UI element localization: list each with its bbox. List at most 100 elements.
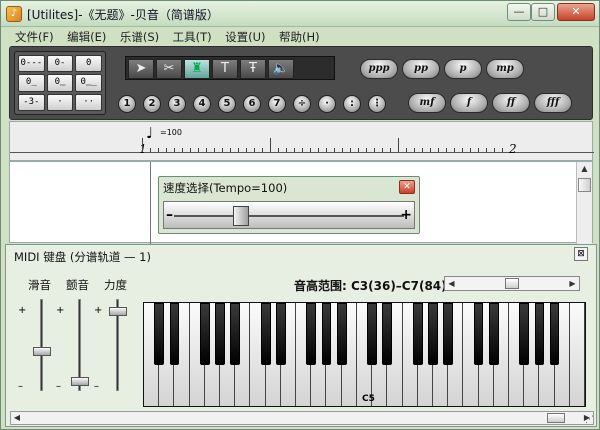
dynamic-mf-button[interactable]: mf bbox=[408, 93, 446, 113]
ruler-tick bbox=[190, 148, 191, 152]
menu-help[interactable]: 帮助(H) bbox=[275, 28, 324, 46]
divide-button[interactable]: ÷ bbox=[293, 95, 311, 113]
pitch-range-label: 音高范围: C3(36)–C7(84) bbox=[294, 279, 447, 293]
dynamic-p-button[interactable]: p bbox=[444, 59, 482, 79]
single-dot-button[interactable]: · bbox=[318, 95, 336, 113]
velocity-slider[interactable]: + – bbox=[94, 295, 132, 395]
duration-eighth-button[interactable]: 0̲ bbox=[18, 74, 45, 92]
black-key[interactable] bbox=[443, 303, 453, 365]
note-4-button[interactable]: 4 bbox=[193, 95, 211, 113]
menu-settings[interactable]: 设置(U) bbox=[221, 28, 269, 46]
dot-button[interactable]: · bbox=[46, 93, 74, 111]
black-key[interactable] bbox=[306, 303, 317, 365]
menu-score[interactable]: 乐谱(S) bbox=[116, 28, 163, 46]
ruler-tick bbox=[334, 148, 335, 152]
black-key[interactable] bbox=[367, 303, 377, 365]
tempo-slider-thumb[interactable] bbox=[233, 206, 250, 226]
tempo-slider[interactable]: – + bbox=[163, 201, 415, 229]
tempo-plus-label: + bbox=[400, 207, 412, 223]
range-right-arrow-icon[interactable]: ▶ bbox=[566, 277, 579, 290]
select-arrow-icon[interactable]: ➤ bbox=[128, 59, 154, 79]
black-key[interactable] bbox=[275, 303, 286, 365]
white-key[interactable] bbox=[569, 303, 585, 406]
range-left-arrow-icon[interactable]: ◀ bbox=[445, 277, 458, 290]
black-key[interactable] bbox=[519, 303, 530, 365]
black-key[interactable] bbox=[260, 303, 271, 365]
triplet-button[interactable]: -3- bbox=[18, 93, 45, 111]
minimize-button[interactable]: — bbox=[507, 3, 531, 21]
black-key[interactable] bbox=[215, 303, 225, 365]
text-icon[interactable]: T bbox=[212, 59, 238, 79]
note-1-button[interactable]: 1 bbox=[118, 95, 136, 113]
scissors-icon[interactable]: ✂ bbox=[156, 59, 182, 79]
ruler-tick bbox=[494, 148, 495, 152]
ruler-tick bbox=[398, 138, 399, 152]
range-scroll-thumb[interactable] bbox=[505, 278, 519, 289]
note-2-button[interactable]: 2 bbox=[143, 95, 161, 113]
duration-sixteenth-button[interactable]: 0̳ bbox=[46, 74, 74, 92]
black-key[interactable] bbox=[534, 303, 545, 365]
vibrato-minus-label: – bbox=[56, 381, 61, 392]
vibrato-slider[interactable]: + – bbox=[56, 295, 94, 395]
black-key[interactable] bbox=[412, 303, 423, 365]
ruler-tick bbox=[278, 148, 279, 152]
note-7-button[interactable]: 7 bbox=[268, 95, 286, 113]
note-5-button[interactable]: 5 bbox=[218, 95, 236, 113]
menu-edit[interactable]: 编辑(E) bbox=[63, 28, 110, 46]
dynamic-pp-button[interactable]: pp bbox=[402, 59, 440, 79]
dynamic-fff-button[interactable]: fff bbox=[534, 93, 572, 113]
note-6-button[interactable]: 6 bbox=[243, 95, 261, 113]
tempo-marking[interactable]: =100 bbox=[160, 128, 182, 137]
menu-file[interactable]: 文件(F) bbox=[11, 28, 58, 46]
black-key[interactable] bbox=[169, 303, 180, 365]
black-key[interactable] bbox=[473, 303, 484, 365]
speaker-icon[interactable]: 🔈 bbox=[268, 59, 294, 79]
duration-whole-button[interactable]: 0--- bbox=[18, 55, 45, 73]
black-key[interactable] bbox=[321, 303, 332, 365]
dynamic-ppp-button[interactable]: ppp bbox=[360, 59, 398, 79]
dynamic-f-button[interactable]: f bbox=[450, 93, 488, 113]
metronome-icon[interactable]: ♜ bbox=[184, 59, 210, 79]
black-key[interactable] bbox=[488, 303, 499, 365]
h-scroll-thumb[interactable] bbox=[547, 413, 565, 423]
tempo-dialog-close-button[interactable]: ✕ bbox=[399, 180, 415, 194]
ruler-tick bbox=[390, 148, 391, 152]
velocity-slider-knob[interactable] bbox=[109, 307, 127, 317]
scroll-thumb[interactable] bbox=[578, 178, 591, 192]
note-3-button[interactable]: 3 bbox=[168, 95, 186, 113]
double-dot-octave-button[interactable]: : bbox=[343, 95, 361, 113]
glide-slider-knob[interactable] bbox=[33, 347, 51, 357]
black-key[interactable] bbox=[382, 303, 393, 365]
ruler-tick bbox=[438, 148, 439, 152]
vibrato-slider-knob[interactable] bbox=[71, 377, 89, 386]
scroll-up-icon[interactable]: ▲ bbox=[577, 162, 592, 176]
resize-grip-icon[interactable]: ⋰ bbox=[585, 415, 594, 425]
black-key[interactable] bbox=[336, 303, 347, 365]
duration-half-button[interactable]: 0- bbox=[46, 55, 74, 73]
score-vertical-scrollbar[interactable]: ▲ bbox=[576, 162, 592, 244]
midi-keyboard-panel: MIDI 键盘 (分谱轨道 — 1) ⊠ 滑音 颤音 力度 + – + – + … bbox=[5, 244, 597, 427]
maximize-button[interactable]: □ bbox=[531, 3, 555, 21]
black-key[interactable] bbox=[199, 303, 210, 365]
close-button[interactable]: ✕ bbox=[557, 3, 595, 21]
midi-horizontal-scrollbar[interactable]: ◀ ▶ bbox=[10, 411, 594, 425]
pitch-range-scrollbar[interactable]: ◀ ▶ bbox=[444, 276, 580, 291]
duration-thirtysecond-button[interactable]: 0̳̲ bbox=[75, 74, 102, 92]
dynamic-ff-button[interactable]: ff bbox=[492, 93, 530, 113]
glide-slider[interactable]: + – bbox=[18, 295, 56, 395]
midi-panel-close-button[interactable]: ⊠ bbox=[574, 247, 588, 261]
black-key[interactable] bbox=[428, 303, 438, 365]
triple-dot-button[interactable]: ⋮ bbox=[368, 95, 386, 113]
black-key[interactable] bbox=[549, 303, 560, 365]
black-key[interactable] bbox=[154, 303, 165, 365]
double-dot-button[interactable]: ·· bbox=[75, 93, 102, 111]
menu-tools[interactable]: 工具(T) bbox=[169, 28, 216, 46]
dynamic-mp-button[interactable]: mp bbox=[486, 59, 524, 79]
scroll-left-icon[interactable]: ◀ bbox=[11, 412, 23, 424]
lyric-text-icon[interactable]: Ŧ bbox=[240, 59, 266, 79]
tempo-slider-track[interactable] bbox=[174, 215, 404, 217]
glide-slider-track[interactable] bbox=[40, 299, 43, 391]
black-key[interactable] bbox=[230, 303, 241, 365]
quarter-note-icon: ♩ bbox=[146, 124, 154, 142]
duration-quarter-button[interactable]: 0 bbox=[75, 55, 102, 73]
